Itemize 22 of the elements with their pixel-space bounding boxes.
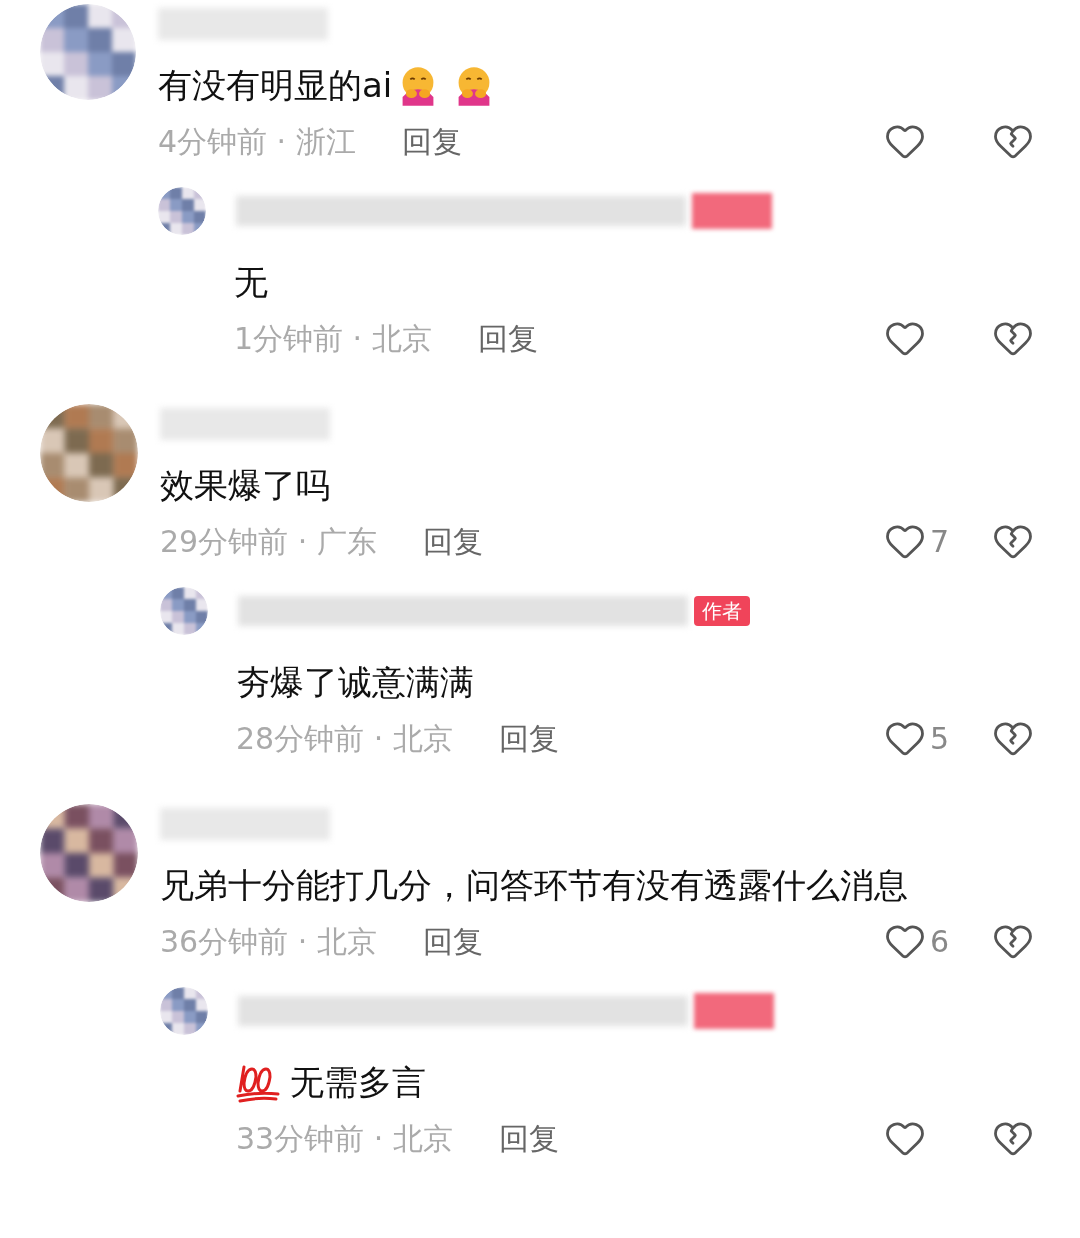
comment-time: 36分钟前 · 北京 [160,922,377,961]
author-badge: 作者 [694,596,750,626]
comment-time: 33分钟前 · 北京 [236,1119,453,1158]
comment-time: 4分钟前 · 浙江 [158,122,356,161]
comment-text: 效果爆了吗 [160,464,330,507]
reply-text: 夯爆了诚意满满 [236,661,474,704]
like-count: 6 [930,922,950,961]
comment-text: 有没有明显的ai [158,64,393,107]
reply-text: 无 [234,261,268,304]
comment-time: 29分钟前 · 广东 [160,522,377,561]
comment-time: 1分钟前 · 北京 [234,319,432,358]
reply-text: 无需多言 [290,1061,426,1104]
reply-link[interactable]: 回复 [422,918,483,964]
reply-link[interactable]: 回复 [401,118,462,164]
like-count: 5 [930,719,950,758]
comment-text: 兄弟十分能打几分，问答环节有没有透露什么消息 [160,864,908,907]
reply-link[interactable]: 回复 [477,315,538,361]
reply-link[interactable]: 回复 [422,518,483,564]
comment-time: 28分钟前 · 北京 [236,719,453,758]
like-count: 7 [930,522,950,561]
reply-link[interactable]: 回复 [498,1115,559,1161]
reply-link[interactable]: 回复 [498,715,559,761]
